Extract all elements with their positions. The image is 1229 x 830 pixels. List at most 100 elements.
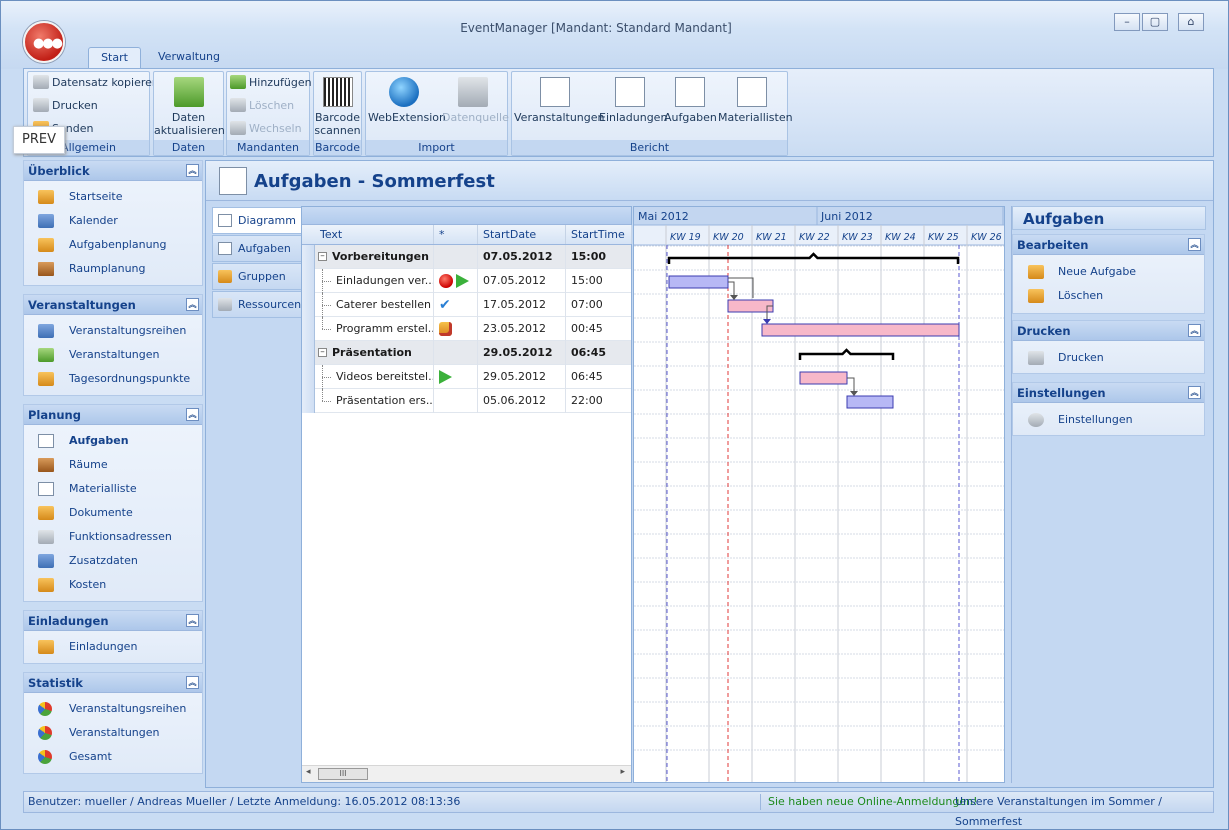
datasource-button[interactable]: Datenquelle	[442, 77, 509, 124]
print-tasks-button[interactable]: Drucken	[1013, 346, 1204, 370]
nav-item-kosten[interactable]: Kosten	[24, 573, 202, 597]
ribbon-group-label: Barcode	[314, 140, 361, 155]
minimize-button[interactable]: –	[1114, 13, 1140, 31]
report-tasks-button[interactable]: Aufgaben	[664, 77, 717, 124]
delete-client-button[interactable]: Löschen	[230, 95, 294, 117]
collapse-group-icon[interactable]: –	[318, 348, 327, 357]
title-bar: ●●● EventManager [Mandant: Standard Mand…	[1, 1, 1228, 69]
column-header-text[interactable]: Text	[315, 225, 434, 244]
switch-client-button[interactable]: Wechseln	[230, 118, 302, 140]
tab-ressourcen[interactable]: Ressourcen	[212, 291, 302, 318]
tab-aufgaben[interactable]: Aufgaben	[212, 235, 302, 262]
nav-item-label: Veranstaltungen	[69, 348, 160, 361]
tab-gruppen[interactable]: Gruppen	[212, 263, 302, 290]
table-row[interactable]: Programm erstel... 23.05.2012 00:45	[302, 317, 631, 341]
collapse-icon[interactable]: ︽	[186, 298, 199, 311]
row-selector[interactable]	[302, 365, 315, 389]
nav-group-header[interactable]: Einladungen ︽	[24, 611, 202, 631]
row-selector[interactable]	[302, 269, 315, 293]
add-client-button[interactable]: Hinzufügen	[230, 72, 312, 94]
nav-item-dokumente[interactable]: Dokumente	[24, 501, 202, 525]
refresh-icon	[173, 77, 204, 107]
globe-icon	[389, 77, 419, 107]
collapse-icon[interactable]: ︽	[186, 676, 199, 689]
webextension-button[interactable]: WebExtension	[368, 77, 446, 124]
nav-item-einladungen[interactable]: Einladungen	[24, 635, 202, 659]
table-row[interactable]: Caterer bestellen ✔ 17.05.2012 07:00	[302, 293, 631, 317]
row-selector[interactable]	[302, 293, 315, 317]
column-header-status[interactable]: *	[434, 225, 478, 244]
help-button[interactable]: ⌂	[1178, 13, 1204, 31]
row-selector[interactable]	[302, 245, 315, 269]
side-group-header[interactable]: Einstellungen ︽	[1013, 383, 1204, 403]
nav-item-veranstaltungsreihen[interactable]: Veranstaltungsreihen	[24, 319, 202, 343]
new-task-label: Neue Aufgabe	[1058, 265, 1137, 278]
collapse-icon[interactable]: ︽	[186, 164, 199, 177]
gantt-month-band	[634, 207, 1004, 225]
scrollbar-thumb[interactable]: III	[318, 768, 368, 780]
collapse-group-icon[interactable]: –	[318, 252, 327, 261]
report-materials-label: Materiallisten	[718, 111, 793, 124]
report-invitations-button[interactable]: Einladungen	[599, 77, 667, 124]
delete-task-button[interactable]: Löschen	[1013, 284, 1204, 308]
collapse-icon[interactable]: ︽	[1188, 386, 1201, 399]
copy-record-button[interactable]: Datensatz kopieren	[33, 72, 159, 94]
nav-item-zusatzdaten[interactable]: Zusatzdaten	[24, 549, 202, 573]
nav-item-veranstaltungen[interactable]: Veranstaltungen	[24, 343, 202, 367]
row-selector[interactable]	[302, 389, 315, 413]
nav-group-header[interactable]: Veranstaltungen ︽	[24, 295, 202, 315]
status-online-registrations-link[interactable]: Sie haben neue Online-Anmeldungen!	[768, 792, 978, 812]
nav-item-stat-veranstaltungsreihen[interactable]: Veranstaltungsreihen	[24, 697, 202, 721]
nav-item-startseite[interactable]: Startseite	[24, 185, 202, 209]
refresh-data-button[interactable]: Daten aktualisieren	[154, 77, 225, 137]
report-materials-button[interactable]: Materiallisten	[718, 77, 793, 124]
table-row[interactable]: Einladungen ver... 07.05.2012 15:00	[302, 269, 631, 293]
calendar-icon	[38, 214, 54, 228]
ribbon-tab-verwaltung[interactable]: Verwaltung	[151, 47, 227, 69]
nav-item-raeume[interactable]: Räume	[24, 453, 202, 477]
row-selector[interactable]	[302, 341, 315, 365]
side-group-header[interactable]: Bearbeiten ︽	[1013, 235, 1204, 255]
row-selector[interactable]	[302, 317, 315, 341]
nav-item-materialliste[interactable]: Materialliste	[24, 477, 202, 501]
scan-barcode-button[interactable]: Barcode scannen	[314, 77, 361, 137]
nav-item-funktionsadressen[interactable]: Funktionsadressen	[24, 525, 202, 549]
nav-group-header[interactable]: Statistik ︽	[24, 673, 202, 693]
nav-group-header[interactable]: Überblick ︽	[24, 161, 202, 181]
nav-item-aufgabenplanung[interactable]: Aufgabenplanung	[24, 233, 202, 257]
printer-icon	[33, 98, 49, 112]
side-group-header[interactable]: Drucken ︽	[1013, 321, 1204, 341]
collapse-icon[interactable]: ︽	[1188, 238, 1201, 251]
collapse-icon[interactable]: ︽	[1188, 324, 1201, 337]
table-group-row[interactable]: – Vorbereitungen 07.05.2012 15:00	[302, 245, 631, 269]
nav-item-stat-gesamt[interactable]: Gesamt	[24, 745, 202, 769]
nav-item-aufgaben[interactable]: Aufgaben	[24, 429, 202, 453]
table-row[interactable]: Videos bereitstel... 29.05.2012 06:45	[302, 365, 631, 389]
scroll-right-icon[interactable]: ▸	[620, 767, 625, 777]
nav-item-raumplanung[interactable]: Raumplanung	[24, 257, 202, 281]
settings-button[interactable]: Einstellungen	[1013, 408, 1204, 432]
ribbon-group-label: Mandanten	[227, 140, 309, 155]
nav-item-stat-veranstaltungen[interactable]: Veranstaltungen	[24, 721, 202, 745]
report-events-button[interactable]: Veranstaltungen	[514, 77, 605, 124]
ribbon-tab-start[interactable]: Start	[88, 47, 141, 69]
nav-item-kalender[interactable]: Kalender	[24, 209, 202, 233]
table-group-row[interactable]: – Präsentation 29.05.2012 06:45	[302, 341, 631, 365]
print-button[interactable]: Drucken	[33, 95, 98, 117]
collapse-icon[interactable]: ︽	[186, 614, 199, 627]
gantt-month-label: Mai 2012	[638, 210, 689, 223]
scroll-left-icon[interactable]: ◂	[306, 767, 311, 777]
cell-startdate: 29.05.2012	[478, 365, 566, 389]
column-header-starttime[interactable]: StartTime	[566, 225, 632, 244]
maximize-button[interactable]: ▢	[1142, 13, 1168, 31]
column-header-startdate[interactable]: StartDate	[478, 225, 566, 244]
nav-item-label: Funktionsadressen	[69, 530, 172, 543]
table-row[interactable]: Präsentation ers... 05.06.2012 22:00	[302, 389, 631, 413]
new-task-button[interactable]: Neue Aufgabe	[1013, 260, 1204, 284]
collapse-icon[interactable]: ︽	[186, 408, 199, 421]
dependency-arrowhead	[763, 319, 771, 324]
tab-diagramm[interactable]: Diagramm	[212, 207, 304, 234]
nav-group-header[interactable]: Planung ︽	[24, 405, 202, 425]
horizontal-scrollbar[interactable]: ◂ III ▸	[302, 765, 631, 782]
nav-item-tagesordnungspunkte[interactable]: Tagesordnungspunkte	[24, 367, 202, 391]
